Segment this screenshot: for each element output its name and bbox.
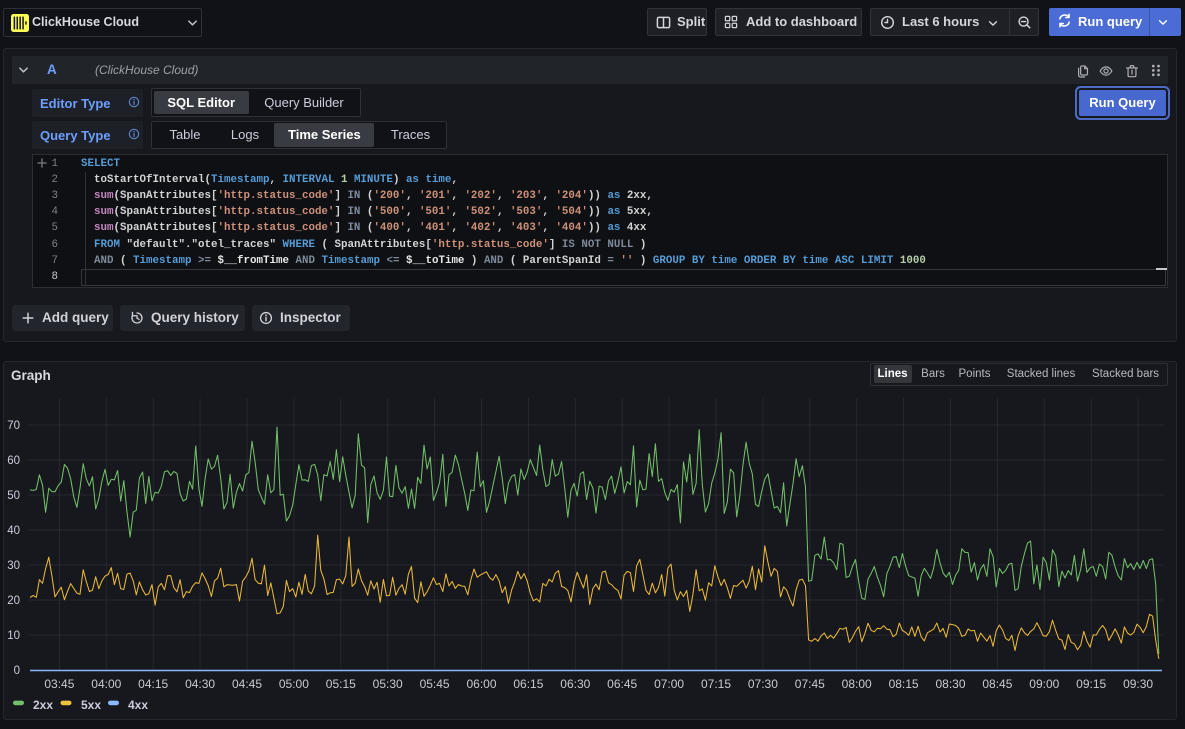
svg-text:08:45: 08:45: [982, 677, 1012, 691]
svg-text:07:45: 07:45: [795, 677, 825, 691]
svg-text:05:00: 05:00: [279, 677, 309, 691]
svg-text:60: 60: [7, 455, 20, 467]
svg-text:04:45: 04:45: [232, 677, 262, 691]
svg-text:30: 30: [7, 560, 20, 572]
svg-text:06:15: 06:15: [513, 677, 543, 691]
svg-text:10: 10: [7, 630, 20, 642]
svg-text:04:30: 04:30: [185, 677, 215, 691]
svg-text:08:30: 08:30: [935, 677, 965, 691]
svg-text:07:15: 07:15: [701, 677, 731, 691]
svg-text:09:00: 09:00: [1029, 677, 1059, 691]
svg-text:70: 70: [7, 420, 20, 432]
svg-text:06:45: 06:45: [607, 677, 637, 691]
svg-text:0: 0: [14, 665, 20, 677]
svg-text:09:30: 09:30: [1123, 677, 1153, 691]
svg-text:50: 50: [7, 490, 20, 502]
svg-text:4xx: 4xx: [128, 698, 148, 712]
svg-text:05:45: 05:45: [420, 677, 450, 691]
svg-text:06:30: 06:30: [560, 677, 590, 691]
svg-text:05:30: 05:30: [373, 677, 403, 691]
svg-text:09:15: 09:15: [1076, 677, 1106, 691]
svg-text:04:00: 04:00: [91, 677, 121, 691]
svg-text:07:00: 07:00: [654, 677, 684, 691]
svg-text:07:30: 07:30: [748, 677, 778, 691]
svg-text:05:15: 05:15: [326, 677, 356, 691]
svg-text:04:15: 04:15: [138, 677, 168, 691]
svg-text:06:00: 06:00: [466, 677, 496, 691]
svg-text:03:45: 03:45: [44, 677, 74, 691]
svg-text:2xx: 2xx: [33, 698, 53, 712]
svg-text:20: 20: [7, 595, 20, 607]
svg-text:40: 40: [7, 525, 20, 537]
svg-text:5xx: 5xx: [81, 698, 101, 712]
svg-text:08:00: 08:00: [842, 677, 872, 691]
svg-text:08:15: 08:15: [889, 677, 919, 691]
